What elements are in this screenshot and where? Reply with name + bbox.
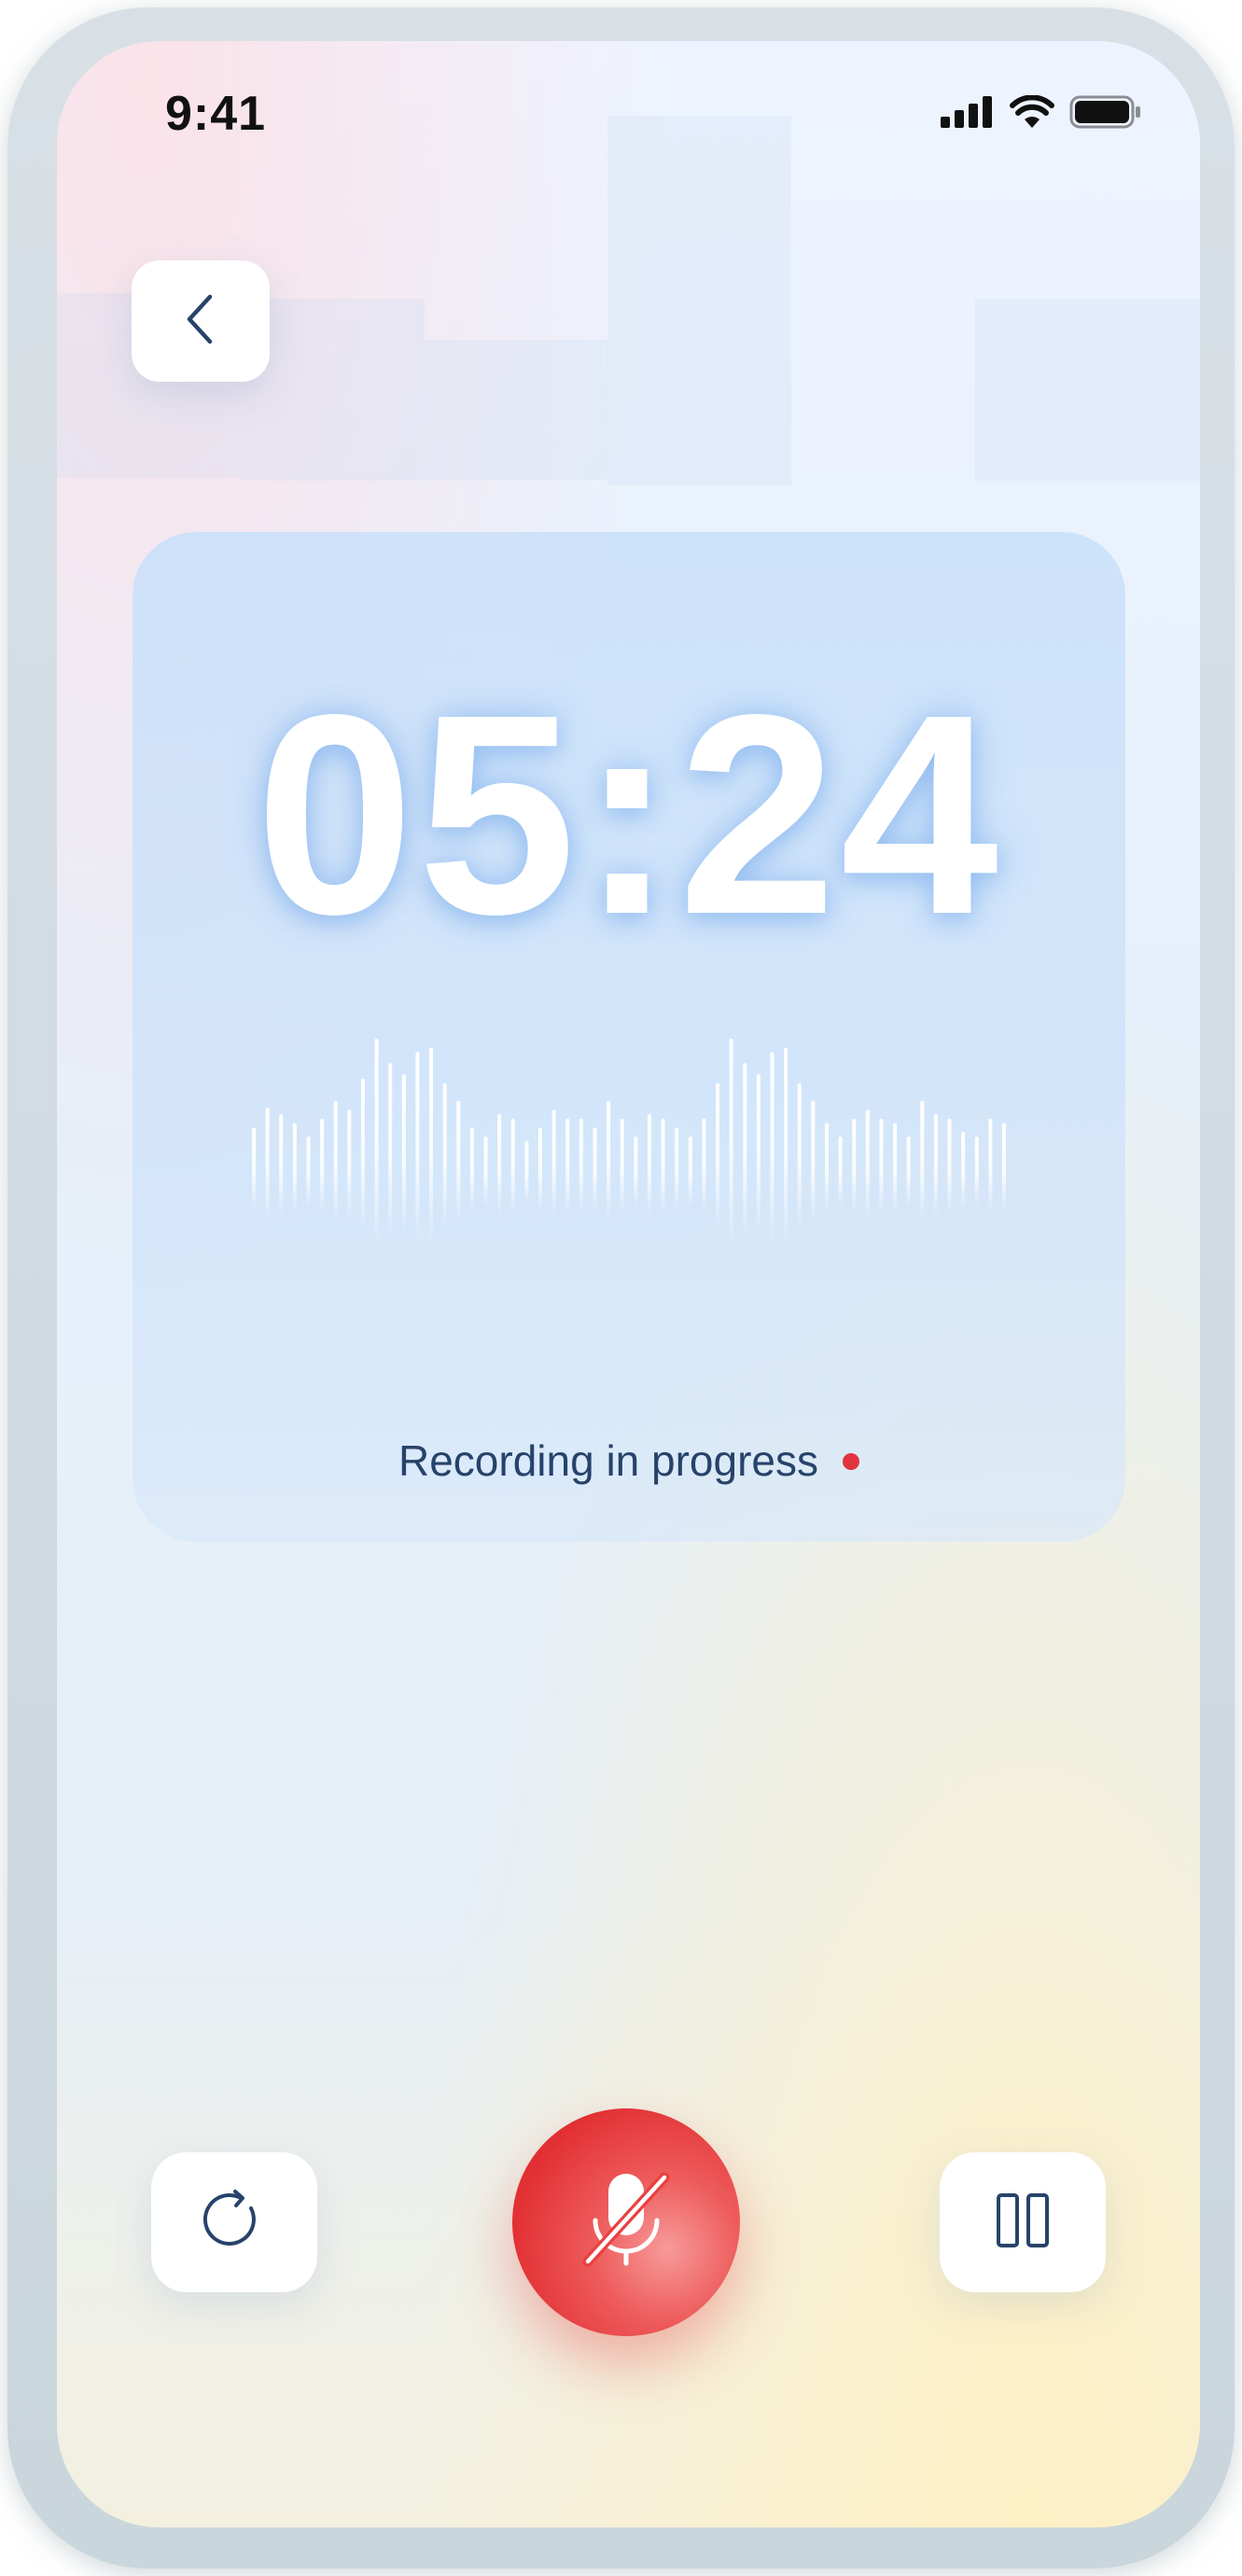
pause-button[interactable] — [940, 2152, 1106, 2292]
waveform-bar — [620, 1118, 624, 1214]
waveform-bar — [634, 1136, 638, 1207]
recording-indicator-dot — [843, 1452, 859, 1470]
waveform-bar — [647, 1113, 651, 1216]
waveform-bar — [333, 1100, 338, 1222]
recording-card: 05:24 Recording in progress — [133, 532, 1125, 1542]
waveform-bar — [933, 1113, 938, 1216]
waveform-bar — [551, 1110, 556, 1218]
waveform-bar — [265, 1107, 270, 1219]
waveform-bar — [784, 1047, 788, 1245]
waveform-bar — [729, 1038, 733, 1249]
waveform-bar — [469, 1127, 474, 1211]
waveform-bar — [565, 1118, 570, 1214]
phone-frame: 9:41 05:24 Recording in progress — [7, 7, 1235, 2569]
waveform-bar — [974, 1136, 979, 1207]
waveform-bar — [743, 1063, 747, 1239]
background-tile — [607, 301, 791, 485]
waveform-bar — [988, 1118, 993, 1214]
waveform-bar — [1002, 1123, 1006, 1212]
waveform-bar — [893, 1123, 898, 1212]
recording-status-text: Recording in progress — [398, 1436, 818, 1485]
waveform-bar — [879, 1118, 884, 1214]
waveform-bar — [456, 1100, 461, 1222]
pause-icon — [995, 2192, 1051, 2253]
waveform-bar — [756, 1074, 761, 1233]
waveform-bar — [279, 1113, 284, 1216]
waveform-bar — [252, 1127, 256, 1211]
waveform-bar — [306, 1136, 311, 1207]
audio-waveform — [252, 1038, 1006, 1249]
chevron-left-icon — [182, 291, 219, 352]
waveform-bar — [497, 1113, 502, 1216]
mic-off-icon — [575, 2164, 677, 2281]
waveform-bar — [607, 1100, 611, 1222]
waveform-bar — [661, 1118, 665, 1214]
waveform-bar — [401, 1074, 406, 1233]
screen: 9:41 05:24 Recording in progress — [57, 41, 1200, 2527]
waveform-bar — [688, 1136, 692, 1207]
waveform-bar — [429, 1047, 433, 1245]
waveform-bar — [292, 1123, 297, 1212]
waveform-bar — [702, 1118, 706, 1214]
battery-icon — [1069, 95, 1142, 133]
waveform-bar — [510, 1118, 515, 1214]
waveform-bar — [770, 1052, 775, 1243]
waveform-bar — [415, 1052, 420, 1243]
waveform-bar — [920, 1100, 925, 1222]
refresh-icon — [202, 2188, 267, 2258]
background-tile — [975, 299, 1200, 481]
recording-status: Recording in progress — [133, 1435, 1125, 1486]
waveform-bar — [961, 1131, 966, 1209]
waveform-bar — [865, 1110, 870, 1218]
waveform-bar — [388, 1063, 393, 1239]
waveform-bar — [716, 1083, 719, 1229]
waveform-bar — [947, 1118, 952, 1214]
back-button[interactable] — [132, 260, 270, 382]
waveform-bar — [442, 1083, 447, 1229]
waveform-bar — [347, 1110, 352, 1218]
waveform-bar — [852, 1118, 857, 1214]
waveform-bar — [825, 1123, 829, 1212]
cellular-signal-icon — [941, 96, 995, 133]
status-bar: 9:41 — [57, 41, 1200, 153]
waveform-bar — [838, 1136, 843, 1207]
waveform-bar — [811, 1100, 816, 1222]
waveform-bar — [360, 1078, 365, 1231]
waveform-bar — [675, 1127, 679, 1211]
waveform-bar — [483, 1136, 488, 1207]
restart-button[interactable] — [151, 2152, 317, 2292]
waveform-bar — [538, 1127, 542, 1211]
waveform-bar — [797, 1083, 802, 1229]
status-icons — [941, 94, 1142, 133]
waveform-bar — [579, 1118, 583, 1214]
wifi-icon — [1010, 94, 1054, 133]
waveform-bar — [524, 1141, 529, 1205]
background-tile — [425, 340, 608, 480]
waveform-bar — [320, 1118, 325, 1214]
waveform-bar — [374, 1038, 379, 1249]
mute-microphone-button[interactable] — [512, 2108, 740, 2336]
recording-timer: 05:24 — [255, 655, 1003, 973]
status-time: 9:41 — [165, 87, 267, 141]
waveform-bar — [906, 1136, 911, 1207]
waveform-bar — [593, 1127, 597, 1211]
